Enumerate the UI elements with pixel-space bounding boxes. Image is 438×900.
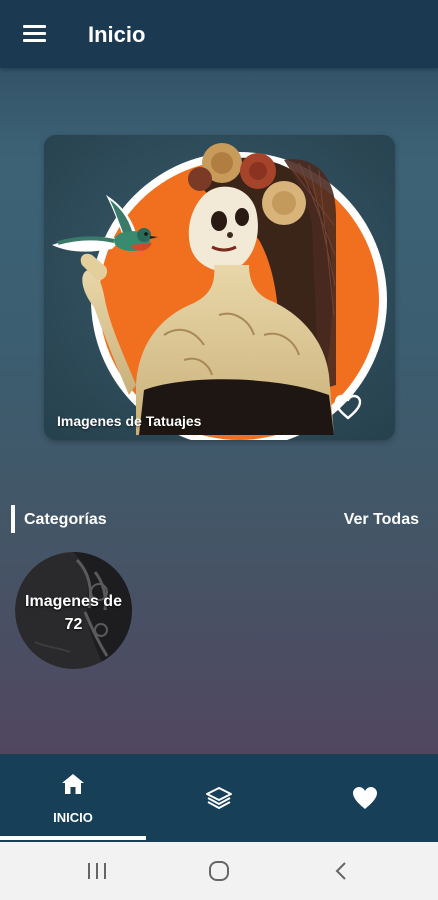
nav-tab-favorites[interactable] (292, 754, 438, 842)
nav-tab-label: INICIO (53, 810, 93, 825)
recents-icon[interactable] (85, 859, 109, 883)
page-title: Inicio (88, 22, 146, 47)
nav-tab-categories[interactable] (146, 754, 292, 842)
category-item[interactable]: Imagenes de 72 (15, 552, 132, 669)
heart-icon (353, 787, 377, 809)
app-bar: Inicio (0, 0, 438, 68)
nav-tab-inicio[interactable]: INICIO (0, 754, 146, 842)
see-all-link[interactable]: Ver Todas (344, 510, 419, 530)
active-tab-indicator (0, 836, 146, 840)
categories-title: Categorías (24, 511, 107, 528)
featured-card[interactable]: Imagenes de Tatuajes (44, 135, 395, 440)
back-icon[interactable] (330, 859, 354, 883)
section-indicator-bar (11, 505, 15, 533)
category-label: Imagenes de 72 (15, 590, 132, 636)
bottom-navigation: INICIO (0, 754, 438, 842)
heart-outline-icon[interactable] (333, 393, 363, 421)
category-count: 72 (64, 616, 83, 633)
category-label-line1: Imagenes de (25, 593, 122, 610)
home-icon (62, 774, 84, 794)
home-circle-icon[interactable] (207, 859, 231, 883)
system-navigation-bar (0, 842, 438, 900)
menu-icon[interactable] (23, 25, 46, 43)
layers-icon (206, 787, 232, 809)
featured-title: Imagenes de Tatuajes (57, 413, 202, 429)
